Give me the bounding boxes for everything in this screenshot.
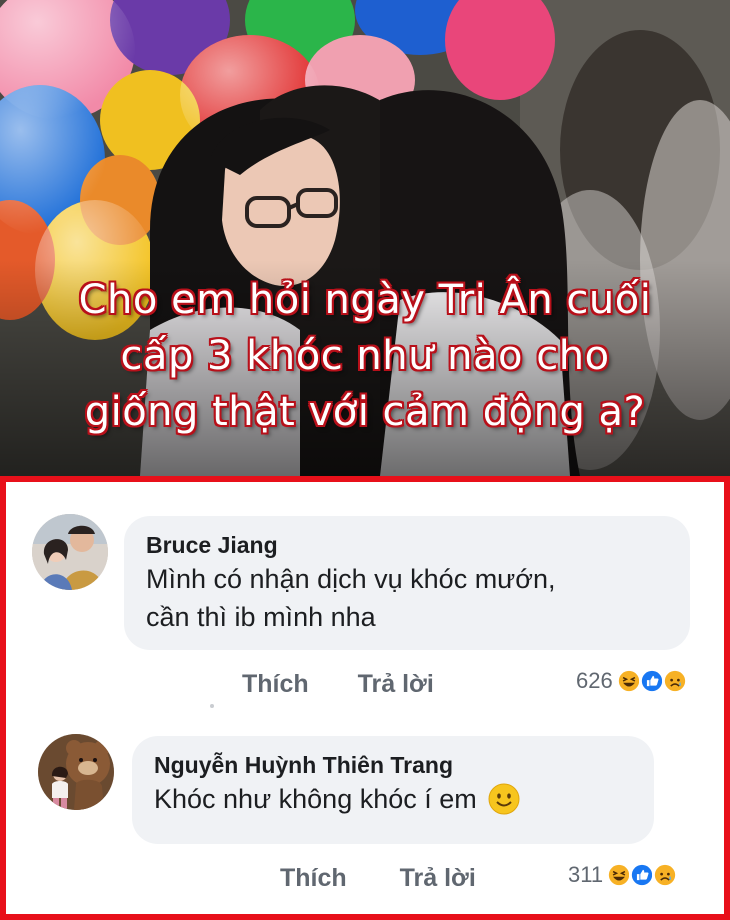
comment-text: Khóc như không khóc í em [154,780,632,818]
like-icon [638,668,665,694]
reply-button[interactable]: Trả lời [400,864,476,893]
caption-line: cấp 3 khóc như nào cho [120,333,610,379]
photo-caption: Cho em hỏi ngày Tri Ân cuối cấp 3 khóc n… [0,272,730,440]
caption-line: giống thật với cảm động ạ? [84,389,646,435]
haha-icon [615,668,642,694]
comment-actions: Thích Trả lời [280,864,476,893]
reaction-count: 311 [568,862,604,887]
sad-icon [661,668,688,694]
comments-panel: Bruce Jiang Mình có nhận dịch vụ khóc mư… [0,476,730,920]
like-button[interactable]: Thích [242,670,309,699]
comment-bubble: Nguyễn Huỳnh Thiên Trang Khóc như không … [132,736,654,844]
reply-button[interactable]: Trả lời [358,670,434,699]
comment-item: Bruce Jiang Mình có nhận dịch vụ khóc mư… [6,482,724,702]
avatar[interactable] [32,514,108,590]
comment-bubble: Bruce Jiang Mình có nhận dịch vụ khóc mư… [124,516,690,650]
comment-actions: Thích Trả lời [242,670,434,699]
comment-author[interactable]: Bruce Jiang [146,530,668,560]
comment-text-content: Khóc như không khóc í em [154,784,477,814]
avatar[interactable] [38,734,114,810]
smile-emoji [488,783,520,815]
reaction-summary[interactable]: 626 [576,668,688,694]
reaction-summary[interactable]: 311 [568,862,679,888]
reaction-count: 626 [576,668,613,693]
comment-item: Nguyễn Huỳnh Thiên Trang Khóc như không … [6,704,724,920]
comment-author[interactable]: Nguyễn Huỳnh Thiên Trang [154,750,632,780]
post-photo[interactable]: Cho em hỏi ngày Tri Ân cuối cấp 3 khóc n… [0,0,730,476]
comment-text: cần thì ib mình nha [146,602,376,632]
like-button[interactable]: Thích [280,864,347,893]
comment-text: Mình có nhận dịch vụ khóc mướn, [146,564,556,594]
sad-icon [652,862,679,888]
caption-line: Cho em hỏi ngày Tri Ân cuối [78,277,652,323]
